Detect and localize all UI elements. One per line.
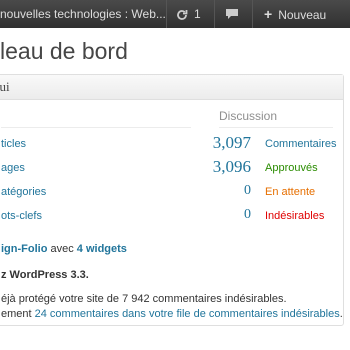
comments-button[interactable] (225, 0, 239, 28)
approved-count[interactable]: 3,096 (213, 157, 251, 177)
theme-info: ign-Folio avec 4 widgets (1, 243, 127, 255)
widget-header[interactable]: hui (0, 75, 343, 100)
akismet-suffix: . (339, 308, 343, 320)
categories-link[interactable]: atégories (1, 186, 46, 198)
pending-count[interactable]: 0 (244, 183, 251, 199)
admin-bar-divider (252, 0, 253, 28)
approved-label[interactable]: Approuvés (265, 162, 318, 174)
spam-label[interactable]: Indésirables (265, 210, 324, 222)
akismet-queue-info: ement 24 commentaires dans votre file de… (1, 308, 343, 320)
admin-bar-divider (214, 0, 215, 28)
comments-count[interactable]: 3,097 (213, 133, 251, 153)
updates-button[interactable]: 1 (176, 0, 201, 28)
admin-bar-divider (166, 0, 167, 28)
comments-label[interactable]: Commentaires (265, 138, 337, 150)
widget-title: hui (0, 79, 10, 94)
theme-link[interactable]: ign-Folio (1, 243, 47, 255)
spam-count[interactable]: 0 (244, 207, 251, 223)
akismet-prefix: ement (1, 308, 35, 320)
discussion-column-divider (219, 127, 333, 128)
akismet-summary: éjà protégé votre site de 7 942 commenta… (1, 293, 287, 305)
spam-queue-link[interactable]: 24 commentaires dans votre file de comme… (35, 308, 340, 320)
theme-text: avec (47, 243, 77, 255)
pending-label[interactable]: En attente (265, 186, 315, 198)
site-name-link[interactable]: nouvelles technologies : Web... (0, 0, 166, 28)
refresh-icon (177, 10, 188, 20)
plus-icon: + (264, 6, 273, 22)
tags-link[interactable]: ots-clefs (1, 210, 42, 222)
discussion-column-header: Discussion (219, 109, 278, 123)
content-column-divider (1, 127, 191, 128)
new-content-button[interactable]: + Nouveau (264, 0, 326, 28)
pages-link[interactable]: ages (1, 162, 25, 174)
new-content-label: Nouveau (278, 8, 327, 22)
table-row: ots-clefs 0 Indésirables (0, 205, 343, 229)
table-row: ages 3,096 Approuvés (0, 157, 343, 181)
page-title: leau de bord (0, 38, 128, 64)
table-row: atégories 0 En attente (0, 181, 343, 205)
widgets-link[interactable]: 4 widgets (77, 243, 127, 255)
table-row: ticles 3,097 Commentaires (0, 133, 343, 157)
admin-bar: nouvelles technologies : Web... 1 + Nouve… (0, 0, 350, 28)
updates-count: 1 (194, 7, 201, 21)
posts-link[interactable]: ticles (1, 138, 26, 150)
speech-bubble-icon (226, 9, 238, 19)
version-info: z WordPress 3.3. (1, 269, 89, 281)
right-now-widget: hui Discussion ticles 3,097 Commentaires… (0, 74, 344, 326)
